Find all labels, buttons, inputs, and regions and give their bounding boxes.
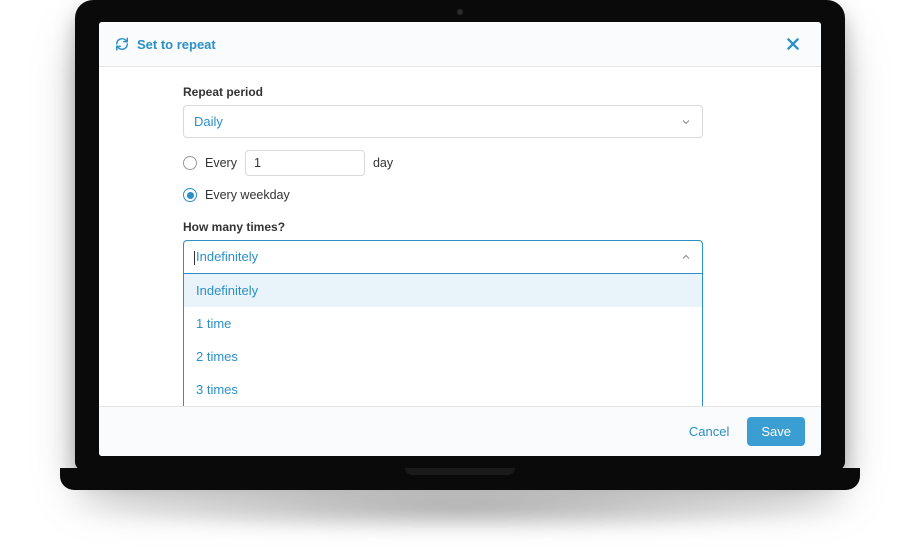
screen: Set to repeat Repeat period Daily [99, 22, 821, 456]
every-n-radio[interactable] [183, 156, 197, 170]
every-unit: day [373, 156, 393, 170]
chevron-up-icon [680, 251, 692, 263]
every-weekday-label: Every weekday [205, 188, 290, 202]
repeat-modal: Set to repeat Repeat period Daily [99, 22, 821, 456]
how-many-dropdown: Indefinitely 1 time 2 times 3 times 4 ti… [183, 274, 703, 406]
every-weekday-row: Every weekday [183, 188, 703, 202]
form: Repeat period Daily Every day [183, 85, 703, 406]
close-button[interactable] [781, 34, 805, 54]
how-many-value: Indefinitely [196, 249, 258, 264]
every-n-row: Every day [183, 150, 703, 176]
modal-title: Set to repeat [115, 37, 216, 52]
save-button[interactable]: Save [747, 417, 805, 446]
modal-footer: Cancel Save [99, 406, 821, 456]
laptop-base [60, 468, 860, 490]
every-count-input[interactable] [245, 150, 365, 176]
chevron-down-icon [680, 116, 692, 128]
option-indefinitely[interactable]: Indefinitely [184, 274, 702, 307]
option-2-times[interactable]: 2 times [184, 340, 702, 373]
laptop-frame: Set to repeat Repeat period Daily [75, 0, 845, 470]
every-label: Every [205, 156, 237, 170]
modal-body: Repeat period Daily Every day [99, 67, 821, 406]
every-weekday-radio[interactable] [183, 188, 197, 202]
repeat-period-label: Repeat period [183, 85, 703, 99]
modal-title-text: Set to repeat [137, 37, 216, 52]
option-1-time[interactable]: 1 time [184, 307, 702, 340]
close-icon [785, 36, 801, 52]
how-many-combobox: Indefinitely Indefinitely 1 time 2 times… [183, 240, 703, 406]
camera-dot [457, 9, 463, 15]
how-many-input[interactable]: Indefinitely [183, 240, 703, 274]
how-many-label: How many times? [183, 220, 703, 234]
repeat-period-select[interactable]: Daily [183, 105, 703, 138]
modal-header: Set to repeat [99, 22, 821, 67]
repeat-icon [115, 37, 129, 51]
option-3-times[interactable]: 3 times [184, 373, 702, 406]
repeat-period-value: Daily [194, 114, 223, 129]
cancel-button[interactable]: Cancel [681, 418, 737, 445]
text-cursor [194, 251, 195, 265]
